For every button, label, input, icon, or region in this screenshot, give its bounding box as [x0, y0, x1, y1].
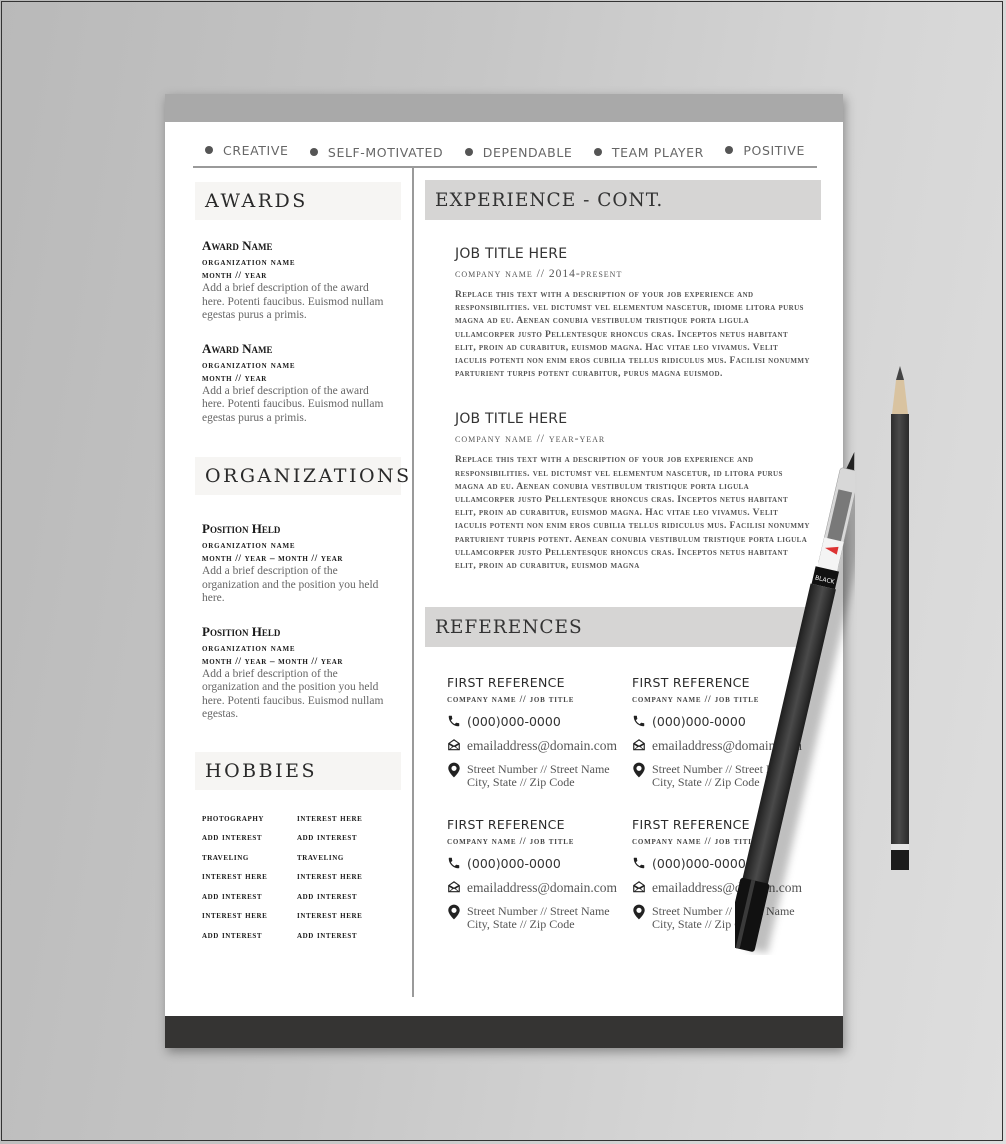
- position-title: Position Held: [202, 521, 281, 536]
- hobby-item: INTEREST HERE: [297, 872, 363, 882]
- award-date: MONTH // YEAR: [202, 271, 267, 281]
- phone-icon: [447, 714, 461, 728]
- bullet-icon: [593, 148, 602, 156]
- organization-name: ORGANIZATION NAME: [202, 642, 296, 654]
- bottom-band: [165, 1016, 843, 1048]
- pencil-icon: [891, 366, 909, 870]
- award-title: Award Name: [202, 340, 273, 356]
- organization-date: MONTH // YEAR – MONTH // YEAR: [202, 656, 344, 667]
- organizations-heading: ORGANIZATIONS: [195, 457, 409, 495]
- job-entry: JOB TITLE HERE COMPANY NAME // 2014-PRES…: [425, 246, 821, 381]
- trait: TEAM PLAYER: [593, 145, 704, 160]
- phone-icon: [632, 714, 646, 728]
- hobby-item: TRAVELING: [297, 852, 344, 863]
- reference-phone: (000)000-0000: [467, 714, 561, 730]
- hobbies-grid: PHOTOGRAPHY INTEREST HERE ADD INTEREST A…: [195, 814, 401, 944]
- phone-icon: [632, 856, 646, 870]
- award-org: ORGANIZATION NAME: [202, 257, 296, 268]
- brush-pen-icon: BLACK: [735, 451, 855, 954]
- organization-name: ORGANIZATION NAME: [202, 540, 296, 551]
- bullet-icon: [725, 146, 734, 154]
- hobby-item: ADD INTEREST: [297, 930, 358, 941]
- award-item: Award Name ORGANIZATION NAME MONTH // YE…: [195, 238, 401, 323]
- job-company: COMPANY NAME // YEAR-YEAR: [455, 433, 606, 446]
- reference-card: FIRST REFERENCE COMPANY NAME // JOB TITL…: [447, 675, 632, 789]
- award-item: Award Name ORGANIZATION NAME MONTH // YE…: [195, 341, 401, 426]
- hobby-item: ADD INTEREST: [297, 891, 358, 902]
- trait: SELF-MOTIVATED: [309, 145, 443, 160]
- top-band: [165, 94, 843, 122]
- organization-date: MONTH // YEAR – MONTH // YEAR: [202, 554, 344, 564]
- reference-company: COMPANY NAME // JOB TITLE: [447, 837, 575, 848]
- hobby-item: INTEREST HERE: [297, 911, 363, 921]
- hobby-item: ADD INTEREST: [202, 930, 263, 941]
- bullet-icon: [205, 146, 213, 154]
- traits-row: CREATIVE SELF-MOTIVATED DEPENDABLE TEAM …: [205, 140, 805, 160]
- reference-phone: (000)000-0000: [467, 856, 561, 872]
- award-desc: Add a brief description of the award her…: [202, 384, 384, 424]
- envelope-icon: [632, 880, 646, 894]
- envelope-icon: [447, 738, 461, 752]
- map-pin-icon: [447, 762, 461, 778]
- reference-email: emailaddress@domain.com: [467, 880, 618, 896]
- reference-name: FIRST REFERENCE: [447, 675, 565, 691]
- bullet-icon: [464, 148, 473, 156]
- organization-desc: Add a brief description of the organizat…: [202, 565, 379, 604]
- organization-item: Position Held ORGANIZATION NAME MONTH //…: [195, 521, 401, 606]
- reference-card: FIRST REFERENCE COMPANY NAME // JOB TITL…: [447, 817, 632, 931]
- reference-address: Street Number // Street Name City, State …: [467, 762, 610, 790]
- experience-heading: EXPERIENCE - CONT.: [425, 180, 821, 220]
- awards-heading: AWARDS: [195, 182, 401, 220]
- hobbies-heading: HOBBIES: [195, 751, 401, 790]
- reference-address: Street Number // Street Name City, State …: [467, 904, 610, 932]
- hobby-item: ADD INTEREST: [202, 833, 263, 843]
- map-pin-icon: [632, 762, 646, 778]
- trait: DEPENDABLE: [464, 145, 573, 160]
- reference-phone: (000)000-0000: [652, 856, 746, 872]
- job-company: COMPANY NAME // 2014-PRESENT: [455, 268, 623, 280]
- award-date: MONTH // YEAR: [202, 373, 267, 384]
- bullet-icon: [309, 148, 318, 156]
- envelope-icon: [632, 738, 646, 752]
- hobby-item: ADD INTEREST: [202, 891, 263, 902]
- award-desc: Add a brief description of the award her…: [202, 282, 384, 321]
- organization-desc: Add a brief description of the organizat…: [202, 667, 384, 721]
- reference-name: FIRST REFERENCE: [447, 817, 565, 833]
- phone-icon: [447, 856, 461, 870]
- organization-item: Position Held ORGANIZATION NAME MONTH //…: [195, 624, 401, 722]
- map-pin-icon: [632, 904, 646, 920]
- trait: CREATIVE: [205, 143, 288, 158]
- column-divider: [412, 167, 414, 997]
- job-desc: Replace this text with a description of …: [455, 290, 810, 380]
- hobby-item: INTEREST HERE: [202, 872, 268, 882]
- job-title: JOB TITLE HERE: [455, 246, 568, 262]
- position-title: Position Held: [202, 623, 281, 639]
- left-column: AWARDS Award Name ORGANIZATION NAME MONT…: [195, 182, 409, 944]
- hobby-item: INTEREST HERE: [202, 911, 268, 921]
- envelope-icon: [447, 880, 461, 894]
- reference-company: COMPANY NAME // JOB TITLE: [447, 695, 575, 706]
- hobby-item: INTEREST HERE: [297, 813, 363, 824]
- trait: POSITIVE: [725, 143, 805, 158]
- reference-email: emailaddress@domain.com: [467, 738, 618, 754]
- hobby-item: PHOTOGRAPHY: [202, 813, 265, 824]
- map-pin-icon: [447, 904, 461, 920]
- award-org: ORGANIZATION NAME: [202, 359, 296, 371]
- job-title: JOB TITLE HERE: [455, 411, 568, 428]
- award-title: Award Name: [202, 238, 273, 253]
- hobby-item: ADD INTEREST: [297, 833, 358, 843]
- hobby-item: TRAVELING: [202, 852, 249, 863]
- reference-phone: (000)000-0000: [652, 714, 746, 730]
- horizontal-divider: [193, 166, 817, 168]
